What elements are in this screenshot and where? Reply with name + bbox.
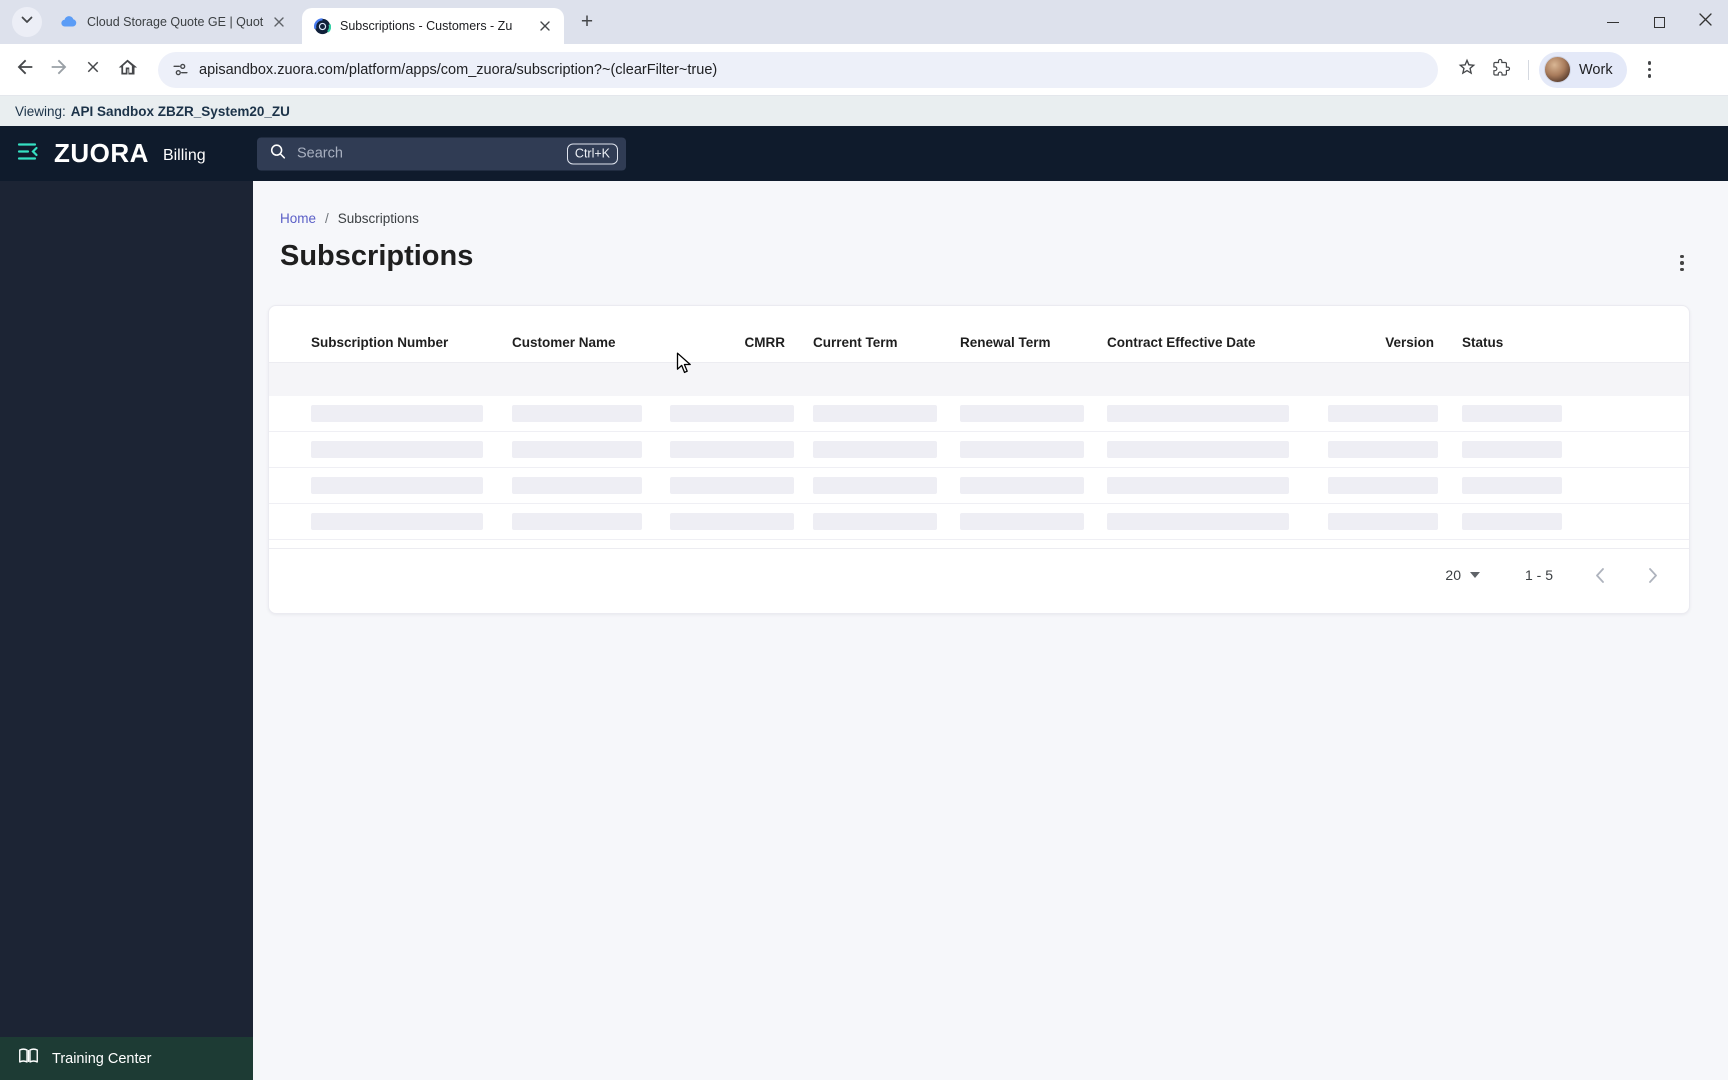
training-center-label: Training Center xyxy=(52,1050,152,1067)
maximize-button[interactable] xyxy=(1636,0,1682,44)
breadcrumb-current: Subscriptions xyxy=(337,211,419,226)
back-button[interactable] xyxy=(8,53,42,87)
env-value: API Sandbox ZBZR_System20_ZU xyxy=(70,103,290,119)
global-search-input[interactable]: Search Ctrl+K xyxy=(257,137,626,170)
column-header-renewal-term[interactable]: Renewal Term xyxy=(946,335,1093,350)
pagination: 20 1 - 5 xyxy=(269,548,1689,601)
main-content: Home / Subscriptions Subscriptions Subsc… xyxy=(253,181,1728,1080)
page-range: 1 - 5 xyxy=(1524,567,1553,583)
kebab-icon xyxy=(1680,254,1684,272)
book-icon xyxy=(18,1047,39,1070)
menu-collapse-icon xyxy=(17,141,43,167)
page-size-value: 20 xyxy=(1445,567,1461,583)
sidebar: Training Center xyxy=(0,181,253,1080)
tab-cloud-storage-quote[interactable]: Cloud Storage Quote GE | Quot xyxy=(48,0,298,44)
toolbar-divider xyxy=(1528,59,1529,80)
profile-name: Work xyxy=(1579,61,1613,78)
zuora-logo: ZUORA xyxy=(54,138,149,168)
product-name: Billing xyxy=(162,146,206,164)
breadcrumb-separator: / xyxy=(325,211,329,226)
forward-icon xyxy=(48,56,70,83)
column-header-customer-name[interactable]: Customer Name xyxy=(498,335,656,350)
back-icon xyxy=(14,56,36,83)
column-header-subscription-number[interactable]: Subscription Number xyxy=(297,335,498,350)
close-tab-icon[interactable] xyxy=(536,17,554,35)
puzzle-icon xyxy=(1492,58,1511,82)
next-page-button[interactable] xyxy=(1642,564,1664,586)
home-button[interactable] xyxy=(110,53,144,87)
minimize-icon xyxy=(1607,21,1619,23)
site-info-icon[interactable] xyxy=(172,61,189,78)
page-actions-menu-button[interactable] xyxy=(1668,249,1696,277)
search-shortcut-badge: Ctrl+K xyxy=(566,143,618,164)
profile-chip[interactable]: Work xyxy=(1539,51,1627,88)
browser-toolbar: apisandbox.zuora.com/platform/apps/com_z… xyxy=(0,44,1728,96)
stop-loading-button[interactable] xyxy=(76,53,110,87)
column-header-contract-effective-date[interactable]: Contract Effective Date xyxy=(1093,335,1314,350)
minimize-button[interactable] xyxy=(1590,0,1636,44)
page-size-select[interactable]: 20 xyxy=(1445,567,1480,583)
table-header-row: Subscription Number Customer Name CMRR C… xyxy=(269,306,1689,363)
star-icon xyxy=(1457,57,1477,82)
training-center-button[interactable]: Training Center xyxy=(0,1037,253,1080)
app-body: Training Center Home / Subscriptions Sub… xyxy=(0,181,1728,1080)
avatar xyxy=(1544,56,1571,83)
table-row-skeleton xyxy=(269,396,1689,432)
tab-title: Cloud Storage Quote GE | Quot xyxy=(87,15,264,29)
column-header-cmrr[interactable]: CMRR xyxy=(656,335,799,350)
prev-page-button[interactable] xyxy=(1588,564,1610,586)
env-prefix: Viewing: xyxy=(15,103,66,119)
url-text: apisandbox.zuora.com/platform/apps/com_z… xyxy=(199,61,718,78)
caret-down-icon xyxy=(1469,572,1480,578)
search-placeholder: Search xyxy=(297,145,343,162)
toolbar-right: Work xyxy=(1450,51,1667,88)
bookmark-button[interactable] xyxy=(1450,53,1484,87)
close-tab-icon[interactable] xyxy=(270,13,288,31)
new-tab-button[interactable]: + xyxy=(572,7,602,37)
kebab-icon xyxy=(1647,61,1652,78)
browser-menu-button[interactable] xyxy=(1633,53,1667,87)
home-icon xyxy=(117,57,138,83)
column-header-version[interactable]: Version xyxy=(1314,335,1448,350)
table-row-skeleton xyxy=(269,432,1689,468)
tab-title: Subscriptions - Customers - Zu xyxy=(340,19,513,33)
tab-subscriptions[interactable]: Subscriptions - Customers - Zu xyxy=(302,8,564,44)
page-nav xyxy=(1588,564,1664,586)
search-icon xyxy=(269,142,287,165)
breadcrumb-home-link[interactable]: Home xyxy=(280,211,316,226)
forward-button[interactable] xyxy=(42,53,76,87)
window-controls xyxy=(1590,0,1728,44)
maximize-icon xyxy=(1653,16,1665,28)
breadcrumb: Home / Subscriptions xyxy=(280,211,1728,226)
chevron-down-icon xyxy=(20,13,34,32)
app-header: ZUORA Billing Search Ctrl+K xyxy=(0,126,1728,181)
collapse-menu-button[interactable] xyxy=(10,134,50,174)
zuora-icon xyxy=(314,17,331,35)
table-row-skeleton xyxy=(269,504,1689,540)
screen: Cloud Storage Quote GE | Quot Subscripti… xyxy=(0,0,1728,1080)
url-bar[interactable]: apisandbox.zuora.com/platform/apps/com_z… xyxy=(158,51,1438,88)
table-row-skeleton xyxy=(269,468,1689,504)
extensions-button[interactable] xyxy=(1484,53,1518,87)
column-header-status[interactable]: Status xyxy=(1448,335,1689,350)
cloud-icon xyxy=(60,13,78,31)
environment-bar: Viewing: API Sandbox ZBZR_System20_ZU xyxy=(0,96,1728,126)
close-icon xyxy=(1698,13,1712,31)
stop-icon xyxy=(84,58,102,81)
column-header-current-term[interactable]: Current Term xyxy=(799,335,946,350)
tab-search-button[interactable] xyxy=(12,7,42,37)
close-window-button[interactable] xyxy=(1682,0,1728,44)
browser-tabstrip: Cloud Storage Quote GE | Quot Subscripti… xyxy=(0,0,1728,44)
subscriptions-table-card: Subscription Number Customer Name CMRR C… xyxy=(268,305,1690,614)
table-row-loading xyxy=(269,363,1689,396)
page-title: Subscriptions xyxy=(280,240,474,272)
